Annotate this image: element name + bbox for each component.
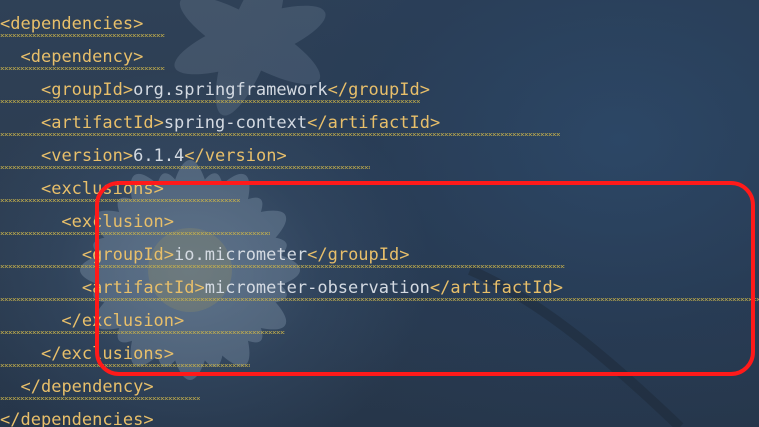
xml-end-close-bracket: > [399, 245, 410, 265]
warning-underline [0, 232, 270, 235]
xml-close-bracket: > [163, 212, 175, 232]
xml-end-close-bracket: > [429, 113, 441, 133]
xml-tag-name: dependency [40, 377, 144, 397]
xml-tag-name: artifactId [51, 113, 154, 133]
xml-close-bracket: > [143, 377, 154, 397]
warning-underline [0, 331, 285, 334]
code-line[interactable]: <exclusions> [0, 173, 563, 206]
xml-text-value: micrometer-observation [204, 278, 430, 298]
xml-text-value: io.micrometer [174, 245, 308, 265]
warning-underline [0, 199, 240, 202]
xml-tag-name: groupId [92, 245, 164, 265]
code-line[interactable]: </exclusions> [0, 338, 563, 371]
code-line[interactable]: <version>6.1.4</version> [0, 140, 563, 173]
xml-end-close-bracket: > [419, 80, 430, 100]
xml-tag-name: dependency [30, 47, 134, 67]
code-editor[interactable]: <dependencies> <dependency> <groupId>org… [0, 0, 759, 427]
xml-open-bracket: </ [0, 410, 21, 427]
xml-end-tag-name: groupId [348, 80, 420, 100]
xml-tag-name: exclusion [81, 311, 175, 331]
warning-underline [0, 34, 165, 37]
xml-end-open-bracket: </ [184, 146, 205, 166]
xml-text-value: 6.1.4 [133, 146, 185, 166]
xml-close-bracket: > [153, 179, 164, 199]
xml-close-bracket: > [163, 344, 175, 364]
code-line[interactable]: <exclusion> [0, 206, 563, 239]
xml-end-tag-name: groupId [327, 245, 400, 265]
xml-end-open-bracket: </ [327, 80, 349, 100]
code-line[interactable]: </exclusion> [0, 305, 563, 338]
xml-tag-name: dependencies [20, 410, 144, 427]
code-line[interactable]: <groupId>io.micrometer</groupId> [0, 239, 565, 272]
xml-code-block[interactable]: <dependencies> <dependency> <groupId>org… [0, 8, 759, 427]
xml-end-close-bracket: > [552, 278, 564, 298]
xml-close-bracket: > [174, 311, 185, 331]
warning-underline [0, 364, 250, 367]
xml-open-bracket: < [0, 14, 11, 34]
warning-underline [0, 133, 560, 136]
xml-open-bracket: < [20, 47, 31, 67]
warning-underline [0, 166, 370, 169]
xml-text-value: org.springframework [133, 80, 328, 100]
xml-tag-name: groupId [51, 80, 123, 100]
code-line[interactable]: <artifactId>spring-context</artifactId> [0, 107, 563, 140]
warning-underline [0, 265, 565, 268]
xml-open-bracket: < [40, 113, 52, 133]
xml-text-value: spring-context [163, 113, 308, 133]
xml-tag-name: exclusions [61, 344, 164, 364]
xml-close-bracket: > [143, 410, 154, 427]
xml-close-bracket: > [133, 47, 144, 67]
xml-end-close-bracket: > [276, 146, 287, 166]
xml-open-bracket: </ [40, 344, 62, 364]
xml-tag-name: exclusions [51, 179, 154, 199]
xml-close-bracket: > [153, 113, 164, 133]
warning-underline [0, 67, 165, 70]
xml-end-open-bracket: </ [307, 113, 328, 133]
xml-tag-name: exclusion [71, 212, 164, 232]
xml-end-tag-name: artifactId [327, 113, 430, 133]
warning-underline [0, 100, 420, 103]
xml-end-open-bracket: </ [429, 278, 451, 298]
code-line[interactable]: <dependency> [0, 41, 563, 74]
code-line[interactable]: </dependencies> [0, 404, 563, 427]
code-line[interactable]: <artifactId>micrometer-observation</arti… [0, 272, 759, 305]
xml-end-open-bracket: </ [307, 245, 328, 265]
warning-underline [0, 298, 759, 301]
xml-open-bracket: < [40, 146, 52, 166]
xml-close-bracket: > [133, 14, 144, 34]
code-line[interactable]: <groupId>org.springframework</groupId> [0, 74, 563, 107]
xml-end-tag-name: version [204, 146, 277, 166]
xml-open-bracket: </ [20, 377, 41, 397]
xml-open-bracket: < [40, 179, 52, 199]
xml-end-tag-name: artifactId [450, 278, 553, 298]
xml-tag-name: dependencies [10, 14, 134, 34]
warning-underline [0, 397, 200, 400]
xml-open-bracket: < [61, 212, 72, 232]
xml-close-bracket: > [194, 278, 205, 298]
xml-open-bracket: < [81, 278, 93, 298]
xml-tag-name: version [51, 146, 123, 166]
xml-close-bracket: > [122, 146, 134, 166]
code-line[interactable]: </dependency> [0, 371, 563, 404]
xml-close-bracket: > [163, 245, 175, 265]
code-line[interactable]: <dependencies> [0, 8, 563, 41]
xml-open-bracket: < [81, 245, 93, 265]
xml-tag-name: artifactId [92, 278, 195, 298]
xml-open-bracket: < [40, 80, 52, 100]
xml-close-bracket: > [122, 80, 134, 100]
xml-open-bracket: </ [61, 311, 82, 331]
